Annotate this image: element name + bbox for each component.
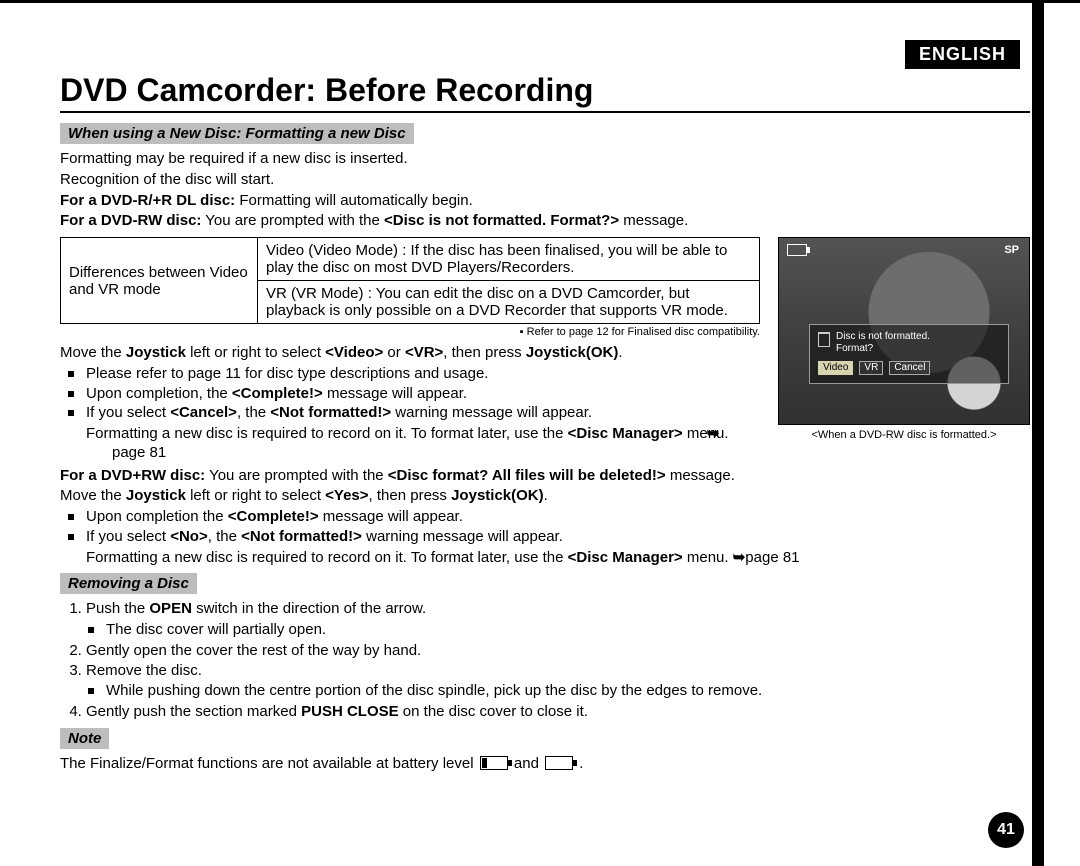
intro-block: Formatting may be required if a new disc… bbox=[60, 150, 1030, 231]
section-note-label: Note bbox=[60, 728, 109, 749]
sp-indicator: SP bbox=[1004, 244, 1019, 256]
bullet-cancel: If you select <Cancel>, the <Not formatt… bbox=[86, 404, 760, 423]
screenshot-caption: <When a DVD-RW disc is formatted.> bbox=[778, 429, 1030, 441]
step-1-sub: The disc cover will partially open. bbox=[106, 621, 1030, 640]
diff-caption: ▪ Refer to page 12 for Finalised disc co… bbox=[60, 326, 760, 338]
bullet-complete: Upon completion, the <Complete!> message… bbox=[86, 385, 760, 404]
intro-line-1: Formatting may be required if a new disc… bbox=[60, 150, 1030, 169]
diff-row-vr: VR (VR Mode) : You can edit the disc on … bbox=[258, 281, 760, 324]
step-3-sub: While pushing down the centre portion of… bbox=[106, 682, 1030, 701]
format-later-line: Formatting a new disc is required to rec… bbox=[86, 425, 760, 463]
battery-level-1-icon bbox=[480, 756, 508, 770]
dvdrw-label: For a DVD-RW disc: bbox=[60, 212, 201, 229]
step-1: Push the OPEN switch in the direction of… bbox=[86, 600, 1030, 640]
battery-icon bbox=[787, 244, 807, 256]
page-title: DVD Camcorder: Before Recording bbox=[60, 72, 1030, 109]
left-column: Differences between Video and VR mode Vi… bbox=[60, 237, 760, 465]
dvdrw-line: For a DVD-RW disc: You are prompted with… bbox=[60, 212, 1030, 231]
format-dialog: Disc is not formatted. Format? Video VR … bbox=[809, 324, 1009, 384]
step-2: Gently open the cover the rest of the wa… bbox=[86, 642, 1030, 661]
trash-icon bbox=[818, 332, 830, 347]
page-number: 41 bbox=[988, 812, 1024, 848]
page-right-frame bbox=[1032, 0, 1044, 866]
dialog-btn-cancel: Cancel bbox=[889, 361, 930, 375]
language-badge: ENGLISH bbox=[905, 40, 1020, 69]
bullet-no: If you select <No>, the <Not formatted!>… bbox=[86, 528, 1030, 547]
diff-row-video: Video (Video Mode) : If the disc has bee… bbox=[258, 238, 760, 281]
dvd-plus-rw-line: For a DVD+RW disc: You are prompted with… bbox=[60, 467, 1030, 486]
dialog-btn-video: Video bbox=[818, 361, 853, 375]
arrow-icon: ➥ bbox=[733, 549, 746, 568]
top-rule bbox=[0, 0, 1080, 3]
section-removing-label: Removing a Disc bbox=[60, 573, 197, 594]
manual-page: ENGLISH DVD Camcorder: Before Recording … bbox=[0, 0, 1080, 866]
bullet-complete-2: Upon completion the <Complete!> message … bbox=[86, 508, 1030, 527]
title-rule bbox=[60, 111, 1030, 113]
move-joystick-yes-line: Move the Joystick left or right to selec… bbox=[60, 487, 1030, 506]
dialog-text: Disc is not formatted. Format? bbox=[836, 331, 930, 355]
camcorder-screenshot: SP Disc is not formatted. Format? Video … bbox=[778, 237, 1030, 425]
step-4: Gently push the section marked PUSH CLOS… bbox=[86, 703, 1030, 722]
dvdr-label: For a DVD-R/+R DL disc: bbox=[60, 192, 235, 209]
differences-table: Differences between Video and VR mode Vi… bbox=[60, 237, 760, 324]
move-joystick-line: Move the Joystick left or right to selec… bbox=[60, 344, 760, 363]
right-column: SP Disc is not formatted. Format? Video … bbox=[778, 237, 1030, 441]
dvdr-line: For a DVD-R/+R DL disc: Formatting will … bbox=[60, 192, 1030, 211]
intro-line-2: Recognition of the disc will start. bbox=[60, 171, 1030, 190]
diff-head: Differences between Video and VR mode bbox=[61, 238, 258, 324]
bullet-refer-p11: Please refer to page 11 for disc type de… bbox=[86, 365, 760, 384]
removing-steps: Push the OPEN switch in the direction of… bbox=[60, 600, 1030, 722]
dvd-plus-rw-block: For a DVD+RW disc: You are prompted with… bbox=[60, 467, 1030, 568]
note-text: The Finalize/Format functions are not av… bbox=[60, 755, 1030, 774]
dialog-btn-vr: VR bbox=[859, 361, 883, 375]
step-3: Remove the disc. While pushing down the … bbox=[86, 662, 1030, 702]
format-later-line-2: Formatting a new disc is required to rec… bbox=[60, 549, 1030, 568]
section-formatting-label: When using a New Disc: Formatting a new … bbox=[60, 123, 414, 144]
battery-level-0-icon bbox=[545, 756, 573, 770]
dvdrw-instructions: Move the Joystick left or right to selec… bbox=[60, 344, 760, 463]
